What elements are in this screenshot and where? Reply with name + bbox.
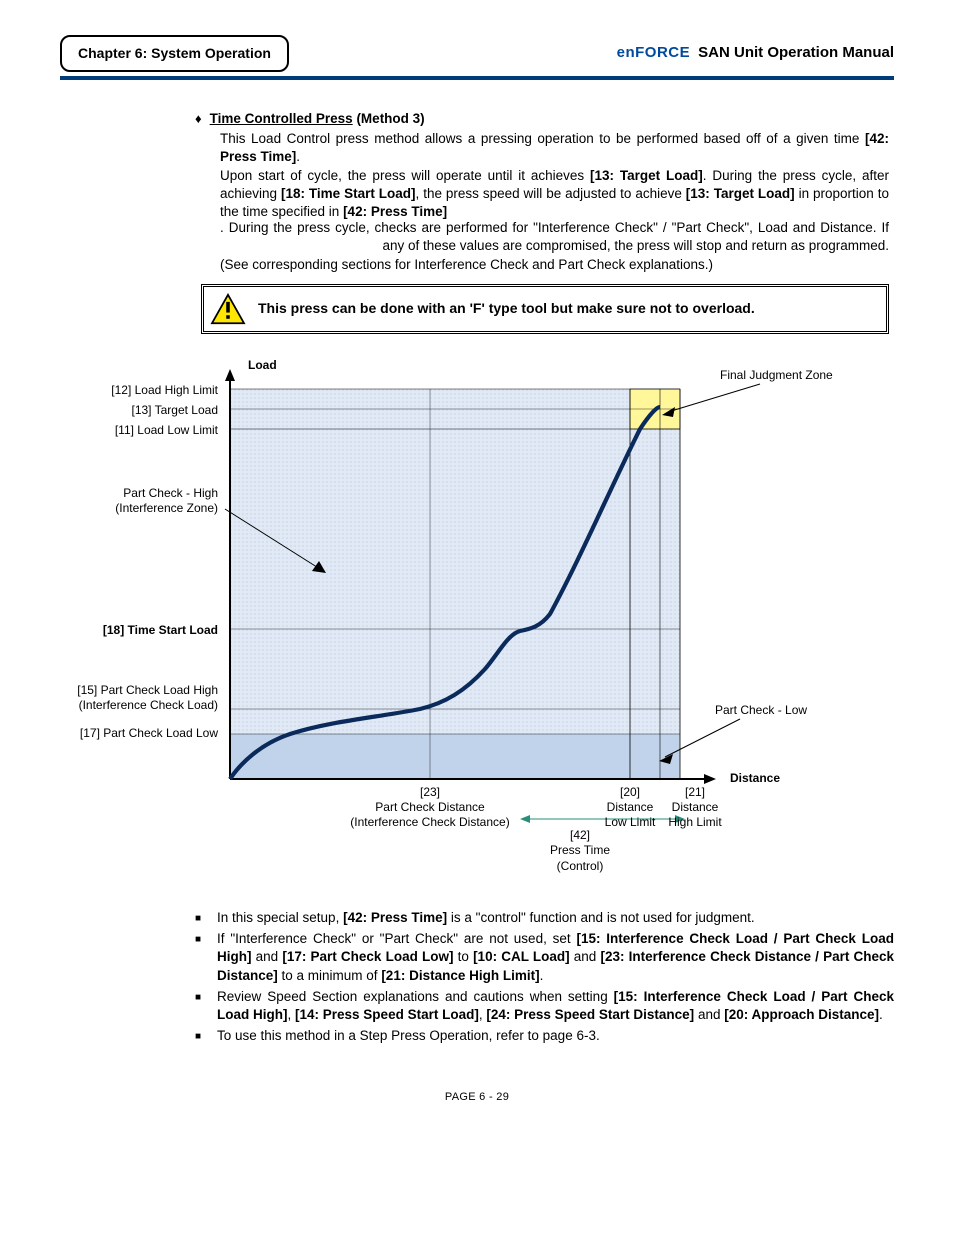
- ylab-iz: (Interference Zone): [115, 501, 218, 515]
- section-title-rest: (Method 3): [353, 111, 425, 126]
- body-text: ♦ Time Controlled Press (Method 3) This …: [60, 110, 894, 334]
- ylab-l12: [12] Load High Limit: [111, 383, 218, 397]
- xlab-42a: [42]: [570, 828, 590, 842]
- ylab-pch: Part Check - High: [123, 486, 218, 500]
- section-title-underline: Time Controlled Press: [210, 111, 353, 126]
- ylab-l17: [17] Part Check Load Low: [80, 726, 218, 740]
- ylabel: Load: [248, 358, 277, 372]
- paragraph: This Load Control press method allows a …: [220, 130, 889, 166]
- note-item: ■ To use this method in a Step Press Oper…: [195, 1027, 894, 1045]
- xlab-21c: High Limit: [668, 815, 722, 829]
- page-footer: PAGE 6 - 29: [60, 1090, 894, 1105]
- note-text: If "Interference Check" or "Part Check" …: [217, 930, 894, 985]
- section-heading: ♦ Time Controlled Press (Method 3): [195, 110, 889, 128]
- notes-list: ■ In this special setup, [42: Press Time]…: [60, 909, 894, 1046]
- manual-title: enFORCE SAN Unit Operation Manual: [617, 43, 894, 63]
- xlab-21b: Distance: [672, 800, 719, 814]
- chart-svg: Final Judgment Zone Part Check - Low Loa…: [0, 349, 860, 889]
- ylab-icl: (Interference Check Load): [79, 698, 218, 712]
- xlab-42c: (Control): [557, 859, 604, 873]
- ylab-l18: [18] Time Start Load: [103, 623, 218, 637]
- square-bullet-icon: ■: [195, 930, 207, 985]
- ylab-l11: [11] Load Low Limit: [115, 423, 219, 437]
- manual-name: SAN Unit Operation Manual: [698, 43, 894, 63]
- page-header: Chapter 6: System Operation enFORCE SAN …: [60, 35, 894, 80]
- paragraph: . During the press cycle, checks are per…: [220, 219, 889, 255]
- section-title: Time Controlled Press (Method 3): [210, 110, 425, 128]
- xlab-23b: Part Check Distance: [375, 800, 485, 814]
- square-bullet-icon: ■: [195, 988, 207, 1024]
- xlabel: Distance: [730, 771, 780, 785]
- note-item: ■ Review Speed Section explanations and c…: [195, 988, 894, 1024]
- xlab-42b: Press Time: [550, 843, 610, 857]
- paragraph: Upon start of cycle, the press will oper…: [220, 167, 889, 222]
- xlab-21a: [21]: [685, 785, 705, 799]
- warning-icon: [210, 293, 246, 325]
- note-text: In this special setup, [42: Press Time] …: [217, 909, 894, 927]
- annotation-fjz: Final Judgment Zone: [720, 368, 833, 382]
- xlab-20c: Low Limit: [605, 815, 656, 829]
- warning-text: This press can be done with an 'F' type …: [258, 299, 755, 318]
- note-item: ■If "Interference Check" or "Part Check"…: [195, 930, 894, 985]
- square-bullet-icon: ■: [195, 1027, 207, 1045]
- square-bullet-icon: ■: [195, 909, 207, 927]
- diamond-bullet-icon: ♦: [195, 110, 202, 128]
- ylab-l13: [13] Target Load: [131, 403, 218, 417]
- xlab-23a: [23]: [420, 785, 440, 799]
- chapter-box: Chapter 6: System Operation: [60, 35, 289, 72]
- ylab-l15: [15] Part Check Load High: [77, 683, 218, 697]
- note-text: Review Speed Section explanations and ca…: [217, 988, 894, 1024]
- xlab-23c: (Interference Check Distance): [350, 815, 509, 829]
- note-item: ■ In this special setup, [42: Press Time]…: [195, 909, 894, 927]
- brand-logo: enFORCE: [617, 43, 691, 63]
- xlab-20b: Distance: [607, 800, 654, 814]
- chart-figure: Final Judgment Zone Part Check - Low Loa…: [0, 349, 894, 889]
- paragraph: (See corresponding sections for Interfer…: [220, 256, 889, 274]
- xlab-20a: [20]: [620, 785, 640, 799]
- annotation-pcl: Part Check - Low: [715, 703, 807, 717]
- warning-box: This press can be done with an 'F' type …: [201, 284, 889, 334]
- note-text: To use this method in a Step Press Opera…: [217, 1027, 894, 1045]
